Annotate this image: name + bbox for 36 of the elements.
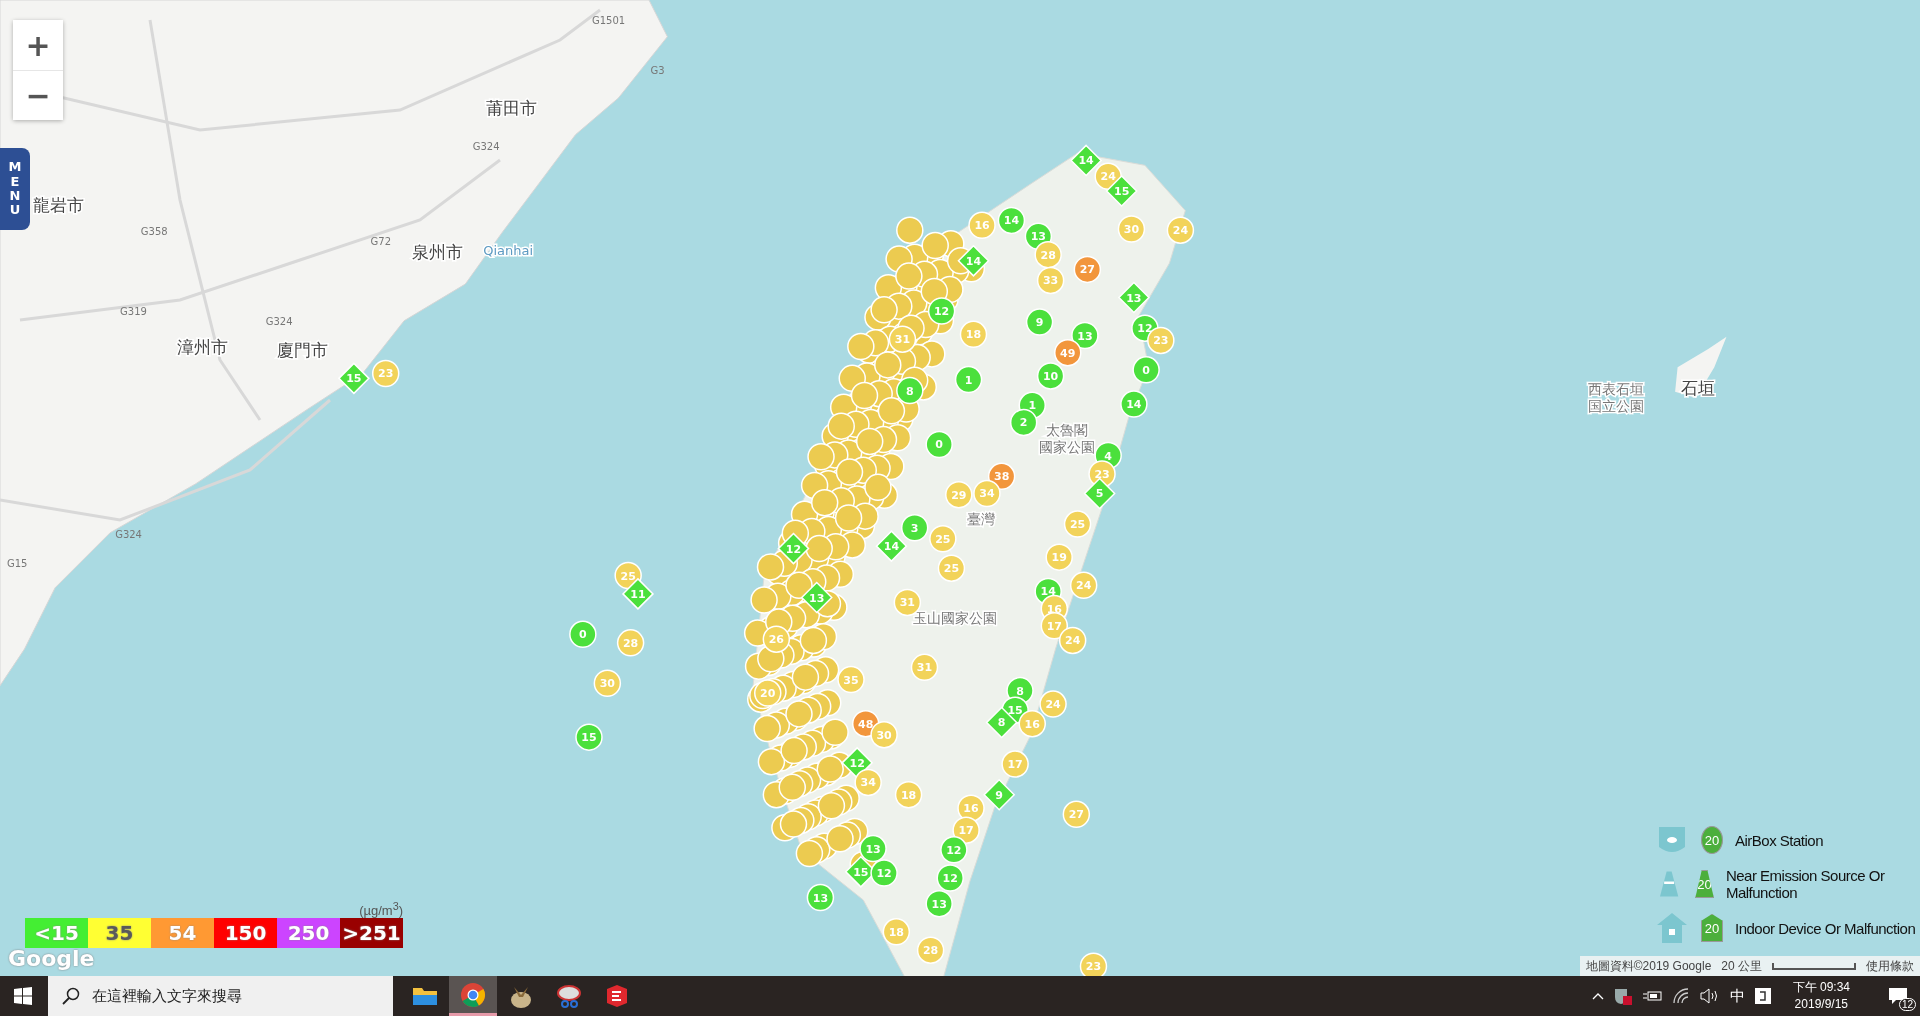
pm-level-swatch: >251: [340, 918, 403, 949]
road-number-label: G15: [6, 558, 28, 570]
google-logo: Google: [8, 946, 95, 971]
legend-label: Near Emission Source Or Malfunction: [1725, 867, 1886, 901]
place-label: 西表石垣: [1588, 381, 1645, 398]
unit-label: (µg/m$^{3}$): [359, 900, 403, 919]
place-label: 国立公園: [1588, 398, 1645, 415]
road-number-label: G324: [265, 315, 293, 327]
pm-level-swatch: 150: [214, 918, 277, 949]
place-label: 泉州市: [411, 242, 463, 263]
road-number-label: G1501: [591, 14, 626, 26]
pm-level-swatch: 250: [277, 918, 340, 949]
legend-label: AirBox Station: [1735, 831, 1824, 849]
road-number-label: G324: [472, 140, 500, 152]
legend-label: Indoor Device Or Malfunction: [1735, 919, 1916, 937]
place-label: 太魯閣: [1045, 421, 1088, 438]
road-number-label: G358: [140, 226, 168, 238]
road-number-label: G3: [650, 64, 665, 76]
place-label: 臺灣: [966, 511, 995, 528]
pm-level-swatch: 54: [151, 918, 214, 949]
place-label: 廈門市: [276, 340, 328, 361]
road-number-label: G72: [370, 236, 392, 248]
road-number-label: G319: [120, 306, 147, 317]
place-label: 莆田市: [486, 97, 538, 118]
scale-label: 20 公里: [1721, 957, 1762, 975]
place-label: 石垣: [1681, 378, 1716, 399]
clock-time: 下午 09:34: [1792, 979, 1850, 996]
clock-date: 2019/9/15: [1794, 996, 1848, 1013]
place-label: 漳州市: [176, 336, 228, 357]
map-data-credit: 地圖資料©2019 Google: [1585, 957, 1712, 975]
place-label: 國家公園: [1038, 438, 1095, 455]
pm-level-swatch: <15: [25, 918, 88, 949]
notification-count-badge: 12: [1898, 998, 1916, 1011]
pm-level-swatch: 35: [88, 918, 151, 949]
place-label: 龍岩市: [33, 194, 85, 215]
road-number-label: G324: [115, 528, 142, 540]
